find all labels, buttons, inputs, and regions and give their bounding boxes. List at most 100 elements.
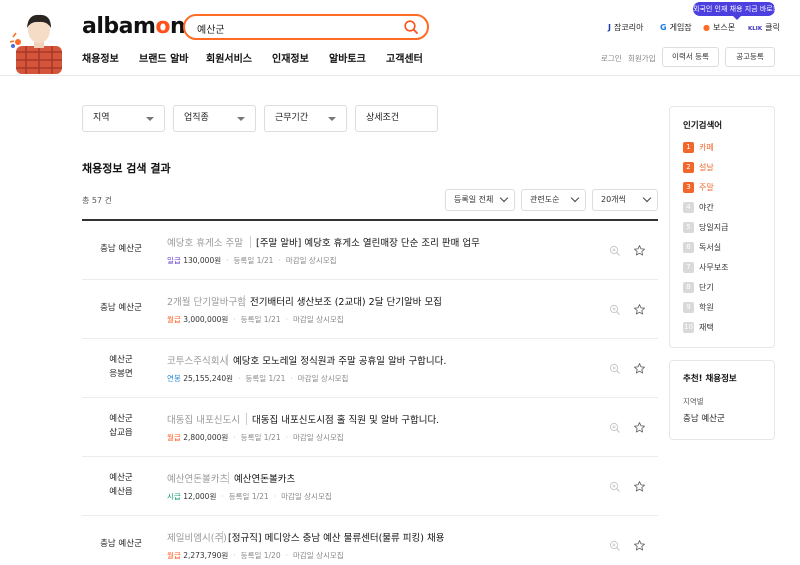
popular-keyword-item[interactable]: 1 카페 [683,142,714,155]
sort-order-select[interactable]: 관련도순 [521,189,586,211]
job-company[interactable]: 예산연돈볼카츠 [167,471,228,485]
family-link-gamejob[interactable]: G 게임잡 [660,22,692,33]
promo-bubble[interactable]: 외국인 인재 채용 지금 바로! [693,2,776,20]
job-location: 충남 예산군 [100,539,142,549]
caret-down-icon [237,117,245,121]
job-location: 예산군 예산읍 [109,473,133,497]
page-size-select[interactable]: 20개씩 [592,189,658,211]
job-title-link[interactable]: 예산연돈볼카츠 [234,471,295,485]
deadline: 마감일 상시모집 [281,492,332,501]
registered-date: 등록일 1/21 [233,256,274,265]
zoom-in-icon[interactable] [609,422,621,434]
star-icon[interactable] [633,362,646,375]
job-row[interactable]: 예산군 예산읍 예산연돈볼카츠 예산연돈볼카츠 시급 12,000원 · 등록일 1/21 ·… [82,457,658,516]
pay-type: 시급 [167,492,181,501]
popular-keyword-item[interactable]: 4 야간 [683,202,714,215]
zoom-in-icon[interactable] [609,540,621,552]
divider [250,236,251,248]
deadline: 마감일 상시모집 [293,433,344,442]
rank-badge: 10 [683,322,694,333]
popular-keyword-item[interactable]: 6 독서실 [683,242,721,255]
star-icon[interactable] [633,244,646,257]
job-company[interactable]: 예당호 휴게소 주말 [167,235,243,249]
job-meta: 월급 2,273,790원 · 등록일 1/20 · 마감일 상시모집 [167,551,344,560]
family-link-klik[interactable]: KLIK 클릭 [748,22,780,33]
zoom-in-icon[interactable] [609,304,621,316]
gnb-support[interactable]: 고객센터 [386,50,423,65]
job-title-link[interactable]: 예당호 모노레일 정식원과 주말 공휴일 알바 구합니다. [233,353,446,367]
job-row[interactable]: 충남 예산군 제일비엠시(주) [정규직] 메디앙스 충남 예산 물류센터(물류 피… [82,516,658,565]
job-row[interactable]: 충남 예산군 예당호 휴게소 주말 [주말 알바] 예당호 휴게소 열린매장 단순 … [82,221,658,280]
results-title: 채용정보 검색 결과 [82,162,171,175]
post-register-button[interactable]: 공고등록 [725,47,775,67]
signup-link[interactable]: 회원가입 [628,53,656,64]
divider [246,413,247,425]
star-icon[interactable] [633,539,646,552]
search-icon[interactable] [403,19,419,35]
star-icon[interactable] [633,480,646,493]
pay-amount: 2,800,000원 [183,433,229,442]
job-company[interactable]: 2개월 단기알바구함 [167,294,246,308]
chevron-down-icon [642,193,652,203]
pay-type: 월급 [167,315,181,324]
filter-detail[interactable]: 상세조건 [355,105,438,132]
job-row[interactable]: 예산군 삽교읍 대동집 내포신도시 대동집 내포신도시점 홀 직원 및 알바 구합니다… [82,398,658,457]
family-link-bossmon[interactable]: ● 보스몬 [703,22,735,33]
job-company[interactable]: 제일비엠시(주) [167,530,227,544]
zoom-in-icon[interactable] [609,245,621,257]
rank-badge: 3 [683,182,694,193]
divider [227,354,228,366]
rank-badge: 9 [683,302,694,313]
gnb-talent[interactable]: 인재정보 [272,50,309,65]
job-company[interactable]: 대동집 내포신도시 [167,412,240,426]
login-link[interactable]: 로그인 [601,53,622,64]
registered-date: 등록일 1/21 [240,433,281,442]
popular-keyword-item[interactable]: 9 학원 [683,302,714,315]
recommend-region-link[interactable]: 충남 예산군 [683,412,725,424]
job-company[interactable]: 코투스주식회사 [167,353,228,367]
filter-region[interactable]: 지역 [82,105,165,132]
filter-category[interactable]: 업직종 [173,105,256,132]
popular-keyword-item[interactable]: 2 설날 [683,162,714,175]
recommend-box: 추천! 채용정보 지역별 충남 예산군 [669,360,775,440]
gnb-brand[interactable]: 브랜드 알바 [139,50,188,65]
search-box[interactable] [183,14,429,40]
job-title-link[interactable]: [정규직] 메디앙스 충남 예산 물류센터(물류 피킹) 채용 [228,530,444,544]
popular-keyword-item[interactable]: 5 당일지급 [683,222,728,235]
search-input[interactable] [197,20,397,36]
popular-keyword-item[interactable]: 10 재택 [683,322,714,335]
mascot-image [10,14,62,74]
job-row[interactable]: 충남 예산군 2개월 단기알바구함 전기배터리 생산보조 (2교대) 2달 단기알바… [82,280,658,339]
pay-amount: 130,000원 [183,256,222,265]
rank-badge: 6 [683,242,694,253]
star-icon[interactable] [633,421,646,434]
job-title-link[interactable]: [주말 알바] 예당호 휴게소 열린매장 단순 조리 판매 업무 [256,235,480,249]
albamon-logo[interactable]: albamon [82,14,186,39]
caret-down-icon [146,117,154,121]
rank-badge: 7 [683,262,694,273]
filter-period[interactable]: 근무기간 [264,105,347,132]
recommend-title: 추천! 채용정보 [683,374,737,384]
job-row[interactable]: 예산군 응봉면 코투스주식회사 예당호 모노레일 정식원과 주말 공휴일 알바 구합니… [82,339,658,398]
sort-date-select[interactable]: 등록일 전체 [445,189,515,211]
star-icon[interactable] [633,303,646,316]
job-title-link[interactable]: 전기배터리 생산보조 (2교대) 2달 단기알바 모집 [250,294,442,308]
caret-down-icon [328,117,336,121]
gnb-member[interactable]: 회원서비스 [206,50,252,65]
popular-keyword-item[interactable]: 8 단기 [683,282,714,295]
divider [244,295,245,307]
family-link-jobkorea[interactable]: J 잡코리아 [608,22,643,33]
resume-register-button[interactable]: 이력서 등록 [662,47,719,67]
zoom-in-icon[interactable] [609,481,621,493]
gamejob-icon: G [660,23,667,32]
registered-date: 등록일 1/21 [245,374,286,383]
popular-keyword-item[interactable]: 3 주말 [683,182,714,195]
rank-badge: 1 [683,142,694,153]
gnb-talk[interactable]: 알바토크 [329,50,366,65]
popular-keywords-box: 인기검색어 1 카페 2 설날 3 주말 4 야간 5 당일지급 6 독서실 7 사무보조 8 단기 9 학원 10… [669,106,775,348]
divider [228,472,229,484]
zoom-in-icon[interactable] [609,363,621,375]
gnb-jobs[interactable]: 채용정보 [82,50,119,65]
job-title-link[interactable]: 대동집 내포신도시점 홀 직원 및 알바 구합니다. [252,412,439,426]
popular-keyword-item[interactable]: 7 사무보조 [683,262,728,275]
